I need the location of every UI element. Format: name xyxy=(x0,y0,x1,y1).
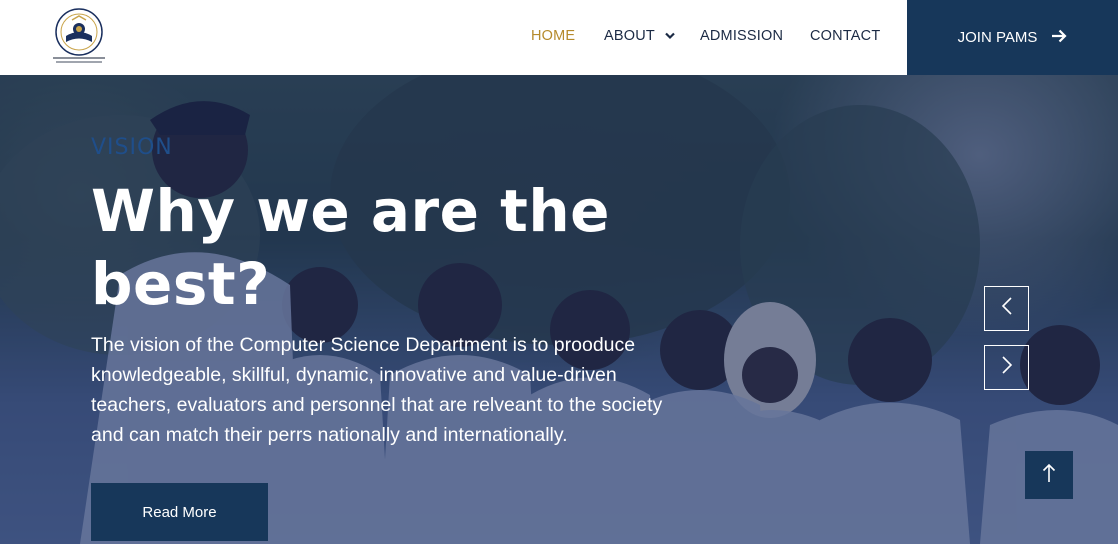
join-pams-button[interactable]: JOIN PAMS xyxy=(907,0,1118,75)
nav-home[interactable]: HOME xyxy=(531,28,575,44)
hero-title: Why we are the best? xyxy=(91,177,611,318)
scroll-to-top-button[interactable] xyxy=(1025,451,1073,499)
slider-prev-button[interactable] xyxy=(984,286,1029,331)
arrow-up-icon xyxy=(1042,463,1056,488)
join-pams-label: JOIN PAMS xyxy=(957,29,1038,46)
chevron-down-icon xyxy=(665,28,675,44)
crest-icon xyxy=(53,8,105,63)
nav-about[interactable]: ABOUT xyxy=(604,28,675,44)
read-more-label: Read More xyxy=(142,503,217,521)
site-header: HOME ABOUT ADMISSION CONTACT JOIN PAMS xyxy=(0,0,1118,75)
nav-contact[interactable]: CONTACT xyxy=(810,28,880,44)
school-logo[interactable] xyxy=(50,6,108,68)
nav-about-label: ABOUT xyxy=(604,28,655,44)
slider-next-button[interactable] xyxy=(984,345,1029,390)
hero-banner: VISION Why we are the best? The vision o… xyxy=(0,75,1118,544)
hero-description: The vision of the Computer Science Depar… xyxy=(91,334,663,446)
nav-admission[interactable]: ADMISSION xyxy=(700,28,783,44)
chevron-right-icon xyxy=(1001,355,1013,380)
chevron-left-icon xyxy=(1001,296,1013,321)
hero-eyebrow: VISION xyxy=(91,135,173,160)
read-more-button[interactable]: Read More xyxy=(91,483,268,541)
arrow-right-icon xyxy=(1051,29,1067,47)
